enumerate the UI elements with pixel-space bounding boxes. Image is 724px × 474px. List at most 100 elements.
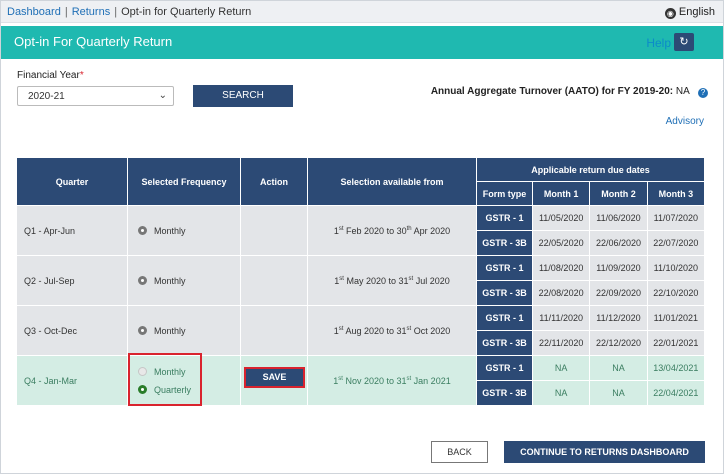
action-cell — [240, 255, 308, 306]
globe-icon: ◉ — [664, 8, 676, 19]
form-type-cell: GSTR - 3B — [476, 280, 533, 306]
aato-value: NA — [675, 86, 690, 97]
advisory-link[interactable]: Advisory — [666, 116, 704, 127]
breadcrumb: Dashboard | Returns | Opt-in for Quarterly R… — [7, 6, 251, 18]
header-month2: Month 2 — [589, 181, 648, 206]
chevron-down-icon: ⌄ — [158, 90, 167, 101]
continue-to-returns-dashboard-button[interactable]: CONTINUE TO RETURNS DASHBOARD — [504, 441, 705, 463]
frequency-highlight-box — [128, 353, 202, 406]
month3-cell: 22/04/2021 — [646, 380, 706, 406]
language-label: English — [678, 6, 715, 18]
breadcrumb-bar: Dashboard | Returns | Opt-in for Quarterly R… — [1, 1, 723, 23]
month1-cell: 22/05/2020 — [531, 230, 591, 256]
quarter-cell: Q3 - Oct-Dec — [16, 305, 128, 356]
avail-text: May 2020 to 31 — [343, 275, 409, 286]
month1-cell: NA — [531, 380, 591, 406]
table-row: Q1 - Apr-Jun Monthly 1st Feb 2020 to 30t… — [16, 205, 706, 256]
action-cell — [240, 205, 308, 256]
help-link[interactable]: Help — [646, 36, 671, 50]
header-action: Action — [240, 157, 308, 206]
month3-cell: 22/07/2020 — [646, 230, 706, 256]
avail-text: Oct 2020 — [411, 325, 451, 336]
back-button[interactable]: BACK — [431, 441, 488, 463]
breadcrumb-separator: | — [114, 6, 118, 18]
frequency-label: Monthly — [154, 275, 186, 286]
month1-cell: 11/11/2020 — [531, 305, 591, 331]
required-mark: * — [79, 70, 84, 81]
avail-text: Feb 2020 to 30 — [343, 225, 407, 236]
form-type-cell: GSTR - 3B — [476, 330, 533, 356]
available-cell: 1st Aug 2020 to 31st Oct 2020 — [307, 305, 477, 356]
header-month3: Month 3 — [646, 181, 706, 206]
quarterly-return-table: Quarter Selected Frequency Action Select… — [16, 157, 706, 406]
avail-text: Jan 2021 — [411, 375, 451, 386]
month3-cell: 13/04/2021 — [646, 355, 706, 381]
month3-cell: 11/01/2021 — [646, 305, 706, 331]
header-frequency: Selected Frequency — [127, 157, 241, 206]
month2-cell: 22/06/2020 — [589, 230, 648, 256]
financial-year-label-text: Financial Year — [17, 70, 80, 81]
table-header-row: Quarter Selected Frequency Action Select… — [16, 157, 705, 206]
form-type-cell: GSTR - 1 — [476, 205, 533, 231]
refresh-icon[interactable]: ↻ — [674, 33, 694, 51]
info-icon[interactable]: ? — [698, 88, 708, 98]
breadcrumb-current: Opt-in for Quarterly Return — [121, 6, 252, 18]
header-due-dates: Applicable return due dates — [476, 157, 705, 182]
month2-cell: 11/09/2020 — [589, 255, 648, 281]
page-title: Opt-in For Quarterly Return — [14, 34, 173, 49]
radio-monthly — [138, 325, 147, 335]
month2-cell: 22/12/2020 — [589, 330, 648, 356]
quarter-cell: Q4 - Jan-Mar — [16, 355, 128, 406]
table-row: Q4 - Jan-Mar Monthly Quarterly 1st Nov 2… — [16, 355, 706, 406]
month1-cell: 11/08/2020 — [531, 255, 591, 281]
available-cell: 1st Feb 2020 to 30th Apr 2020 — [307, 205, 477, 256]
quarter-cell: Q1 - Apr-Jun — [16, 205, 128, 256]
search-button[interactable]: SEARCH — [193, 85, 293, 107]
table-row: Q3 - Oct-Dec Monthly 1st Aug 2020 to 31s… — [16, 305, 706, 356]
table-row: Q2 - Jul-Sep Monthly 1st May 2020 to 31s… — [16, 255, 706, 306]
header-available: Selection available from — [307, 157, 477, 206]
radio-monthly — [138, 225, 147, 235]
available-cell: 1st May 2020 to 31st Jul 2020 — [307, 255, 477, 306]
month1-cell: NA — [531, 355, 591, 381]
frequency-label: Monthly — [154, 325, 186, 336]
breadcrumb-separator: | — [64, 6, 68, 18]
page-header: Opt-in For Quarterly Return Help ↻ — [1, 26, 723, 59]
frequency-cell: Monthly — [127, 255, 241, 306]
form-type-cell: GSTR - 1 — [476, 255, 533, 281]
quarter-cell: Q2 - Jul-Sep — [16, 255, 128, 306]
month3-cell: 22/10/2020 — [646, 280, 706, 306]
breadcrumb-dashboard[interactable]: Dashboard — [7, 6, 61, 18]
month3-cell: 11/07/2020 — [646, 205, 706, 231]
frequency-cell: Monthly — [127, 205, 241, 256]
frequency-cell: Monthly — [127, 305, 241, 356]
financial-year-label: Financial Year* — [17, 70, 84, 81]
form-type-cell: GSTR - 3B — [476, 230, 533, 256]
avail-text: Apr 2020 — [411, 225, 451, 236]
frequency-label: Monthly — [154, 225, 186, 236]
month2-cell: NA — [589, 380, 648, 406]
month1-cell: 11/05/2020 — [531, 205, 591, 231]
save-button[interactable]: SAVE — [244, 367, 305, 388]
month1-cell: 22/11/2020 — [531, 330, 591, 356]
aato-info: Annual Aggregate Turnover (AATO) for FY … — [431, 86, 708, 98]
avail-text: Aug 2020 to 31 — [343, 325, 407, 336]
header-month1: Month 1 — [531, 181, 591, 206]
month2-cell: 11/12/2020 — [589, 305, 648, 331]
month1-cell: 22/08/2020 — [531, 280, 591, 306]
radio-monthly — [138, 275, 147, 285]
avail-text: Nov 2020 to 31 — [342, 375, 407, 386]
header-quarter: Quarter — [16, 157, 128, 206]
form-type-cell: GSTR - 1 — [476, 305, 533, 331]
form-type-cell: GSTR - 1 — [476, 355, 533, 381]
month2-cell: NA — [589, 355, 648, 381]
action-cell — [240, 305, 308, 356]
month2-cell: 22/09/2020 — [589, 280, 648, 306]
aato-label: Annual Aggregate Turnover (AATO) for FY … — [430, 86, 674, 97]
avail-text: Jul 2020 — [413, 275, 450, 286]
financial-year-select[interactable]: 2020-21 ⌄ — [17, 86, 174, 106]
breadcrumb-returns[interactable]: Returns — [72, 6, 111, 18]
month3-cell: 22/01/2021 — [646, 330, 706, 356]
language-selector[interactable]: ◉ English — [664, 6, 715, 19]
financial-year-value: 2020-21 — [28, 91, 65, 102]
